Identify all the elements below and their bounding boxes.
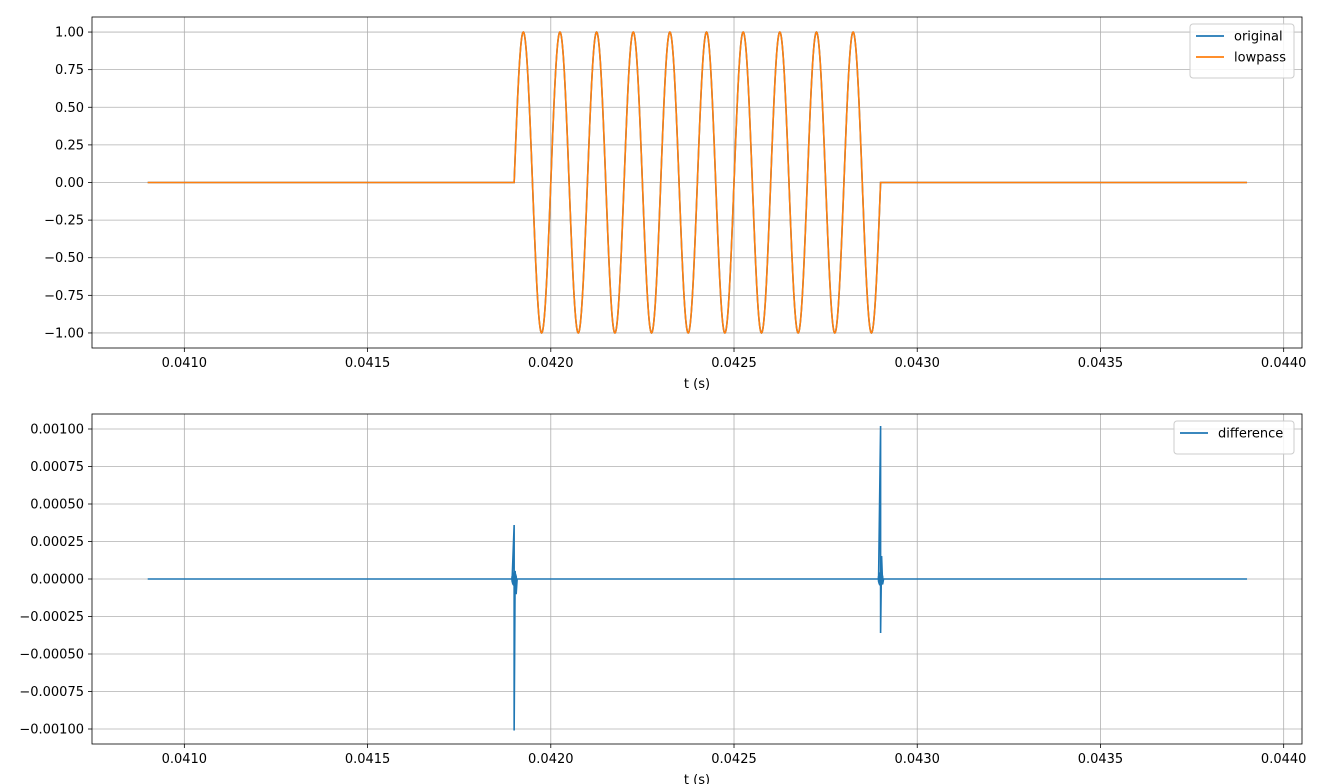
x-tick-label: 0.0420: [528, 752, 574, 767]
legend: original lowpass: [1189, 23, 1295, 79]
figure: 0.0410 0.0415 0.0420 0.0425 0.0430 0.0435 0.04…: [19, 16, 1307, 784]
x-axis-label: t (s): [684, 773, 710, 784]
y-tick-label: 0.00000: [30, 573, 84, 588]
x-tick-label: 0.0440: [1261, 752, 1307, 767]
y-tick-label: −0.00075: [19, 685, 84, 700]
legend-label-difference: difference: [1218, 427, 1283, 442]
y-tick-label: 0.75: [55, 63, 84, 78]
x-tick-label: 0.0410: [162, 356, 208, 371]
x-tick-label: 0.0430: [894, 356, 940, 371]
y-tick-label: 0.00075: [30, 460, 84, 475]
x-tick-label: 0.0420: [528, 356, 574, 371]
y-tick-label: 0.00025: [30, 535, 84, 550]
y-tick-label: −0.25: [44, 214, 84, 229]
y-tick-label: −0.00100: [19, 723, 84, 738]
y-tick-label: 0.00050: [30, 498, 84, 513]
series-lowpass: [147, 31, 1248, 334]
y-tick-label: 0.00100: [30, 423, 84, 438]
plot-area: [147, 425, 1248, 731]
x-tick-label: 0.0430: [894, 752, 940, 767]
x-tick-label: 0.0410: [162, 752, 208, 767]
y-tick-label: −0.75: [44, 289, 84, 304]
y-tick-label: −1.00: [44, 326, 84, 341]
y-tick-label: −0.50: [44, 251, 84, 266]
y-tick-label: 0.00: [55, 176, 84, 191]
x-tick-label: 0.0415: [345, 752, 391, 767]
x-tick-label: 0.0425: [711, 752, 757, 767]
subplot-2: 0.0410 0.0415 0.0420 0.0425 0.0430 0.0435 0.04…: [19, 413, 1307, 784]
series-difference: [147, 425, 1248, 731]
x-axis-label: t (s): [684, 377, 710, 392]
spike-marker: [511, 572, 518, 586]
x-tick-label: 0.0435: [1078, 752, 1124, 767]
y-tick-label: 0.50: [55, 101, 84, 116]
x-tick-label: 0.0425: [711, 356, 757, 371]
y-tick-label: 1.00: [55, 26, 84, 41]
x-tick-label: 0.0435: [1078, 356, 1124, 371]
legend: difference: [1173, 420, 1295, 455]
subplot-1: 0.0410 0.0415 0.0420 0.0425 0.0430 0.0435 0.04…: [44, 16, 1307, 392]
legend-label-lowpass: lowpass: [1234, 51, 1286, 66]
spike-marker: [877, 572, 884, 586]
y-tick-label: 0.25: [55, 138, 84, 153]
x-tick-label: 0.0440: [1261, 356, 1307, 371]
y-tick-label: −0.00025: [19, 610, 84, 625]
plot-area: [147, 31, 1248, 334]
legend-label-original: original: [1234, 30, 1283, 45]
x-tick-label: 0.0415: [345, 356, 391, 371]
y-tick-label: −0.00050: [19, 648, 84, 663]
